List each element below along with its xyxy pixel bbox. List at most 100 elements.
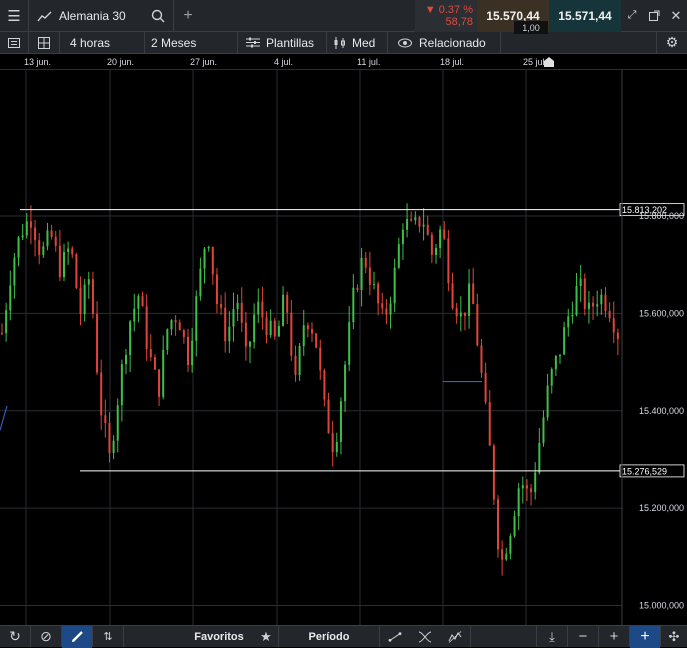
fibonacci-icon[interactable] xyxy=(410,626,440,648)
gear-icon[interactable]: ⚙ xyxy=(657,32,687,54)
zoom-in-icon[interactable]: + xyxy=(599,626,629,648)
zoom-out-icon[interactable]: − xyxy=(568,626,598,648)
price-chart[interactable]: 15.813,20215.276,529 15.800,00015.600,00… xyxy=(0,70,687,625)
move-vertical-icon[interactable]: ⇅ xyxy=(93,626,123,648)
candle-body xyxy=(25,221,28,236)
refresh-icon[interactable]: ↻ xyxy=(0,626,30,648)
candle-body xyxy=(501,549,504,560)
candle-body xyxy=(38,240,41,255)
instrument-selector[interactable]: Alemania 30 xyxy=(29,0,147,32)
trend-line-icon[interactable] xyxy=(380,626,410,648)
candle-body xyxy=(525,485,528,489)
candle-body xyxy=(116,405,119,441)
related-button[interactable]: Relacionado xyxy=(388,36,500,50)
candle-body xyxy=(249,341,251,347)
candle-body xyxy=(571,314,574,317)
close-icon[interactable]: ✕ xyxy=(665,0,687,32)
candle-body xyxy=(261,301,264,318)
range-selector[interactable]: 2 Meses xyxy=(145,36,237,50)
change-box: ▼ 0.37 % 58,78 xyxy=(415,0,477,32)
candle-body xyxy=(286,294,289,313)
disable-icon[interactable]: ⊘ xyxy=(31,626,61,648)
candle-body xyxy=(162,349,165,397)
candle-body xyxy=(58,245,61,278)
expand-icon[interactable]: ⤢ xyxy=(621,0,643,32)
candle-body xyxy=(46,230,49,247)
search-icon[interactable] xyxy=(147,0,169,32)
candles-icon xyxy=(334,36,345,49)
menu-icon[interactable]: ☰ xyxy=(0,0,28,32)
candle-body xyxy=(141,296,144,307)
layout-grid-icon[interactable] xyxy=(29,32,59,54)
candle-body xyxy=(517,488,520,517)
candle-body xyxy=(166,329,169,350)
candle-body xyxy=(104,415,107,423)
period-button[interactable]: Período xyxy=(279,631,379,643)
price-tick-label: 15.000,000 xyxy=(639,601,684,611)
candle-body xyxy=(381,303,384,309)
pencil-icon[interactable] xyxy=(62,625,92,648)
candle-body xyxy=(463,312,466,317)
change-points: 58,78 xyxy=(445,15,473,28)
indicator-icon[interactable] xyxy=(440,626,470,648)
candle-body xyxy=(368,267,371,285)
candle-body xyxy=(54,236,57,246)
timeframe-selector[interactable]: 4 horas xyxy=(60,36,144,50)
candle-body xyxy=(9,285,12,311)
templates-button[interactable]: Plantillas xyxy=(238,36,326,50)
cursor-mode-icon[interactable]: ✣ xyxy=(661,626,687,648)
drawing-segment xyxy=(0,405,8,431)
candle-body xyxy=(430,234,433,255)
candle-body xyxy=(575,285,578,315)
candle-body xyxy=(563,327,566,355)
candle-body xyxy=(426,224,429,235)
candle-body xyxy=(418,217,421,227)
candle-body xyxy=(459,312,462,317)
candle-body xyxy=(331,433,334,453)
star-icon[interactable]: ★ xyxy=(254,626,278,648)
candle-body xyxy=(327,399,330,434)
templates-label: Plantillas xyxy=(266,35,315,50)
candle-body xyxy=(220,304,223,308)
candle-body xyxy=(137,296,140,309)
home-marker-icon[interactable] xyxy=(543,56,555,68)
candle-body xyxy=(191,340,194,366)
add-tab-icon[interactable]: + xyxy=(174,0,202,32)
candle-body xyxy=(513,516,516,536)
candle-body xyxy=(587,302,590,309)
candle-body xyxy=(182,330,185,337)
candle-body xyxy=(360,257,363,290)
price-type-button[interactable]: Med xyxy=(327,36,387,50)
candle-body xyxy=(273,320,276,337)
date-label: 18 jul. xyxy=(440,57,465,67)
candle-body xyxy=(50,230,53,237)
candle-body xyxy=(393,267,396,304)
candle-body xyxy=(352,287,355,323)
popout-icon[interactable] xyxy=(643,0,665,32)
candle-body xyxy=(385,308,388,315)
candle-body xyxy=(232,309,235,327)
candle-body xyxy=(112,440,115,454)
date-label: 13 jun. xyxy=(24,57,52,67)
candle-body xyxy=(439,229,442,249)
eye-icon xyxy=(398,38,412,47)
candle-body xyxy=(178,322,181,331)
candle-body xyxy=(174,320,177,323)
candle-body xyxy=(298,346,301,376)
date-label: 4 jul. xyxy=(274,57,294,67)
price-tick-label: 15.600,000 xyxy=(639,308,684,318)
candle-body xyxy=(133,308,136,322)
list-icon[interactable] xyxy=(0,32,28,54)
candle-body xyxy=(149,349,152,358)
candle-body xyxy=(96,313,99,373)
date-label: 27 jun. xyxy=(190,57,218,67)
candle-body xyxy=(339,401,342,442)
buy-price-button[interactable]: 15.571,44 xyxy=(549,0,621,32)
candle-body xyxy=(240,302,243,323)
fit-chart-icon[interactable]: ⤓ xyxy=(537,626,567,648)
related-label: Relacionado xyxy=(419,35,486,50)
candle-body xyxy=(282,294,285,326)
favorites-button[interactable]: Favoritos xyxy=(184,631,254,643)
candle-body xyxy=(269,320,272,336)
crosshair-icon[interactable]: + xyxy=(630,625,660,648)
